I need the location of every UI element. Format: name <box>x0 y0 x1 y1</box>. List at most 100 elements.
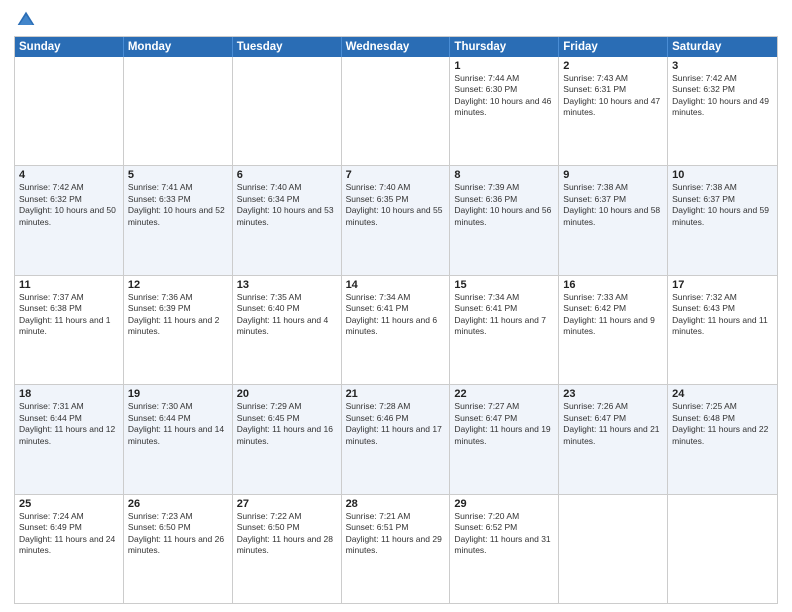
cell-text-line: Daylight: 10 hours and 47 minutes. <box>563 96 663 119</box>
cell-text-line: Sunrise: 7:30 AM <box>128 401 228 412</box>
cell-text-line: Sunrise: 7:35 AM <box>237 292 337 303</box>
cal-cell-r4c6 <box>668 495 777 603</box>
cal-cell-r4c2: 27Sunrise: 7:22 AMSunset: 6:50 PMDayligh… <box>233 495 342 603</box>
cell-text-line: Sunrise: 7:24 AM <box>19 511 119 522</box>
cell-text-line: Sunset: 6:37 PM <box>672 194 773 205</box>
header-day-thursday: Thursday <box>450 37 559 57</box>
day-number: 14 <box>346 279 446 291</box>
cal-cell-r3c2: 20Sunrise: 7:29 AMSunset: 6:45 PMDayligh… <box>233 385 342 493</box>
cal-cell-r0c0 <box>15 57 124 165</box>
cell-text-line: Daylight: 11 hours and 14 minutes. <box>128 424 228 447</box>
cell-text-line: Daylight: 11 hours and 4 minutes. <box>237 315 337 338</box>
cell-text-line: Sunset: 6:42 PM <box>563 303 663 314</box>
cal-cell-r1c1: 5Sunrise: 7:41 AMSunset: 6:33 PMDaylight… <box>124 166 233 274</box>
cell-text-line: Sunset: 6:43 PM <box>672 303 773 314</box>
cell-text-line: Sunrise: 7:38 AM <box>672 182 773 193</box>
cell-text-line: Sunset: 6:33 PM <box>128 194 228 205</box>
logo-icon <box>16 10 36 30</box>
day-number: 7 <box>346 169 446 181</box>
cell-text-line: Sunrise: 7:33 AM <box>563 292 663 303</box>
day-number: 4 <box>19 169 119 181</box>
cell-text-line: Sunrise: 7:36 AM <box>128 292 228 303</box>
cal-cell-r2c1: 12Sunrise: 7:36 AMSunset: 6:39 PMDayligh… <box>124 276 233 384</box>
day-number: 2 <box>563 60 663 72</box>
cell-text-line: Daylight: 11 hours and 11 minutes. <box>672 315 773 338</box>
calendar-row-1: 4Sunrise: 7:42 AMSunset: 6:32 PMDaylight… <box>15 165 777 274</box>
cal-cell-r2c2: 13Sunrise: 7:35 AMSunset: 6:40 PMDayligh… <box>233 276 342 384</box>
cal-cell-r0c2 <box>233 57 342 165</box>
cell-text-line: Daylight: 11 hours and 21 minutes. <box>563 424 663 447</box>
calendar-row-2: 11Sunrise: 7:37 AMSunset: 6:38 PMDayligh… <box>15 275 777 384</box>
cal-cell-r1c2: 6Sunrise: 7:40 AMSunset: 6:34 PMDaylight… <box>233 166 342 274</box>
day-number: 24 <box>672 388 773 400</box>
day-number: 21 <box>346 388 446 400</box>
day-number: 9 <box>563 169 663 181</box>
cell-text-line: Sunrise: 7:29 AM <box>237 401 337 412</box>
calendar-body: 1Sunrise: 7:44 AMSunset: 6:30 PMDaylight… <box>15 57 777 603</box>
cal-cell-r4c1: 26Sunrise: 7:23 AMSunset: 6:50 PMDayligh… <box>124 495 233 603</box>
cell-text-line: Sunrise: 7:39 AM <box>454 182 554 193</box>
day-number: 22 <box>454 388 554 400</box>
cal-cell-r3c3: 21Sunrise: 7:28 AMSunset: 6:46 PMDayligh… <box>342 385 451 493</box>
day-number: 16 <box>563 279 663 291</box>
day-number: 1 <box>454 60 554 72</box>
cell-text-line: Daylight: 11 hours and 9 minutes. <box>563 315 663 338</box>
cal-cell-r4c4: 29Sunrise: 7:20 AMSunset: 6:52 PMDayligh… <box>450 495 559 603</box>
cal-cell-r2c6: 17Sunrise: 7:32 AMSunset: 6:43 PMDayligh… <box>668 276 777 384</box>
day-number: 18 <box>19 388 119 400</box>
cell-text-line: Daylight: 10 hours and 52 minutes. <box>128 205 228 228</box>
day-number: 12 <box>128 279 228 291</box>
cell-text-line: Sunset: 6:52 PM <box>454 522 554 533</box>
day-number: 6 <box>237 169 337 181</box>
day-number: 10 <box>672 169 773 181</box>
calendar-row-0: 1Sunrise: 7:44 AMSunset: 6:30 PMDaylight… <box>15 57 777 165</box>
cell-text-line: Daylight: 10 hours and 50 minutes. <box>19 205 119 228</box>
cell-text-line: Daylight: 10 hours and 56 minutes. <box>454 205 554 228</box>
cell-text-line: Sunset: 6:47 PM <box>563 413 663 424</box>
cell-text-line: Sunset: 6:51 PM <box>346 522 446 533</box>
cal-cell-r1c6: 10Sunrise: 7:38 AMSunset: 6:37 PMDayligh… <box>668 166 777 274</box>
cell-text-line: Sunset: 6:36 PM <box>454 194 554 205</box>
cell-text-line: Sunset: 6:30 PM <box>454 84 554 95</box>
cell-text-line: Sunset: 6:35 PM <box>346 194 446 205</box>
cal-cell-r2c0: 11Sunrise: 7:37 AMSunset: 6:38 PMDayligh… <box>15 276 124 384</box>
cell-text-line: Sunset: 6:31 PM <box>563 84 663 95</box>
cell-text-line: Daylight: 11 hours and 12 minutes. <box>19 424 119 447</box>
day-number: 26 <box>128 498 228 510</box>
cell-text-line: Daylight: 10 hours and 59 minutes. <box>672 205 773 228</box>
cell-text-line: Sunset: 6:49 PM <box>19 522 119 533</box>
cell-text-line: Sunset: 6:44 PM <box>19 413 119 424</box>
day-number: 5 <box>128 169 228 181</box>
calendar-row-3: 18Sunrise: 7:31 AMSunset: 6:44 PMDayligh… <box>15 384 777 493</box>
cell-text-line: Daylight: 11 hours and 24 minutes. <box>19 534 119 557</box>
cell-text-line: Sunset: 6:39 PM <box>128 303 228 314</box>
cal-cell-r4c5 <box>559 495 668 603</box>
cell-text-line: Sunset: 6:32 PM <box>672 84 773 95</box>
cell-text-line: Daylight: 11 hours and 17 minutes. <box>346 424 446 447</box>
cell-text-line: Sunset: 6:37 PM <box>563 194 663 205</box>
day-number: 28 <box>346 498 446 510</box>
cell-text-line: Sunrise: 7:21 AM <box>346 511 446 522</box>
cell-text-line: Daylight: 11 hours and 19 minutes. <box>454 424 554 447</box>
cell-text-line: Daylight: 11 hours and 6 minutes. <box>346 315 446 338</box>
page: SundayMondayTuesdayWednesdayThursdayFrid… <box>0 0 792 612</box>
cell-text-line: Sunset: 6:41 PM <box>346 303 446 314</box>
day-number: 8 <box>454 169 554 181</box>
cal-cell-r3c5: 23Sunrise: 7:26 AMSunset: 6:47 PMDayligh… <box>559 385 668 493</box>
day-number: 17 <box>672 279 773 291</box>
cell-text-line: Sunset: 6:46 PM <box>346 413 446 424</box>
cell-text-line: Sunrise: 7:32 AM <box>672 292 773 303</box>
calendar-header: SundayMondayTuesdayWednesdayThursdayFrid… <box>15 37 777 57</box>
cell-text-line: Sunrise: 7:43 AM <box>563 73 663 84</box>
cell-text-line: Sunrise: 7:38 AM <box>563 182 663 193</box>
day-number: 27 <box>237 498 337 510</box>
cell-text-line: Daylight: 10 hours and 58 minutes. <box>563 205 663 228</box>
cell-text-line: Daylight: 11 hours and 16 minutes. <box>237 424 337 447</box>
cal-cell-r3c1: 19Sunrise: 7:30 AMSunset: 6:44 PMDayligh… <box>124 385 233 493</box>
cell-text-line: Sunset: 6:50 PM <box>128 522 228 533</box>
cell-text-line: Daylight: 11 hours and 28 minutes. <box>237 534 337 557</box>
logo <box>14 10 36 30</box>
cal-cell-r1c3: 7Sunrise: 7:40 AMSunset: 6:35 PMDaylight… <box>342 166 451 274</box>
cal-cell-r1c0: 4Sunrise: 7:42 AMSunset: 6:32 PMDaylight… <box>15 166 124 274</box>
day-number: 25 <box>19 498 119 510</box>
